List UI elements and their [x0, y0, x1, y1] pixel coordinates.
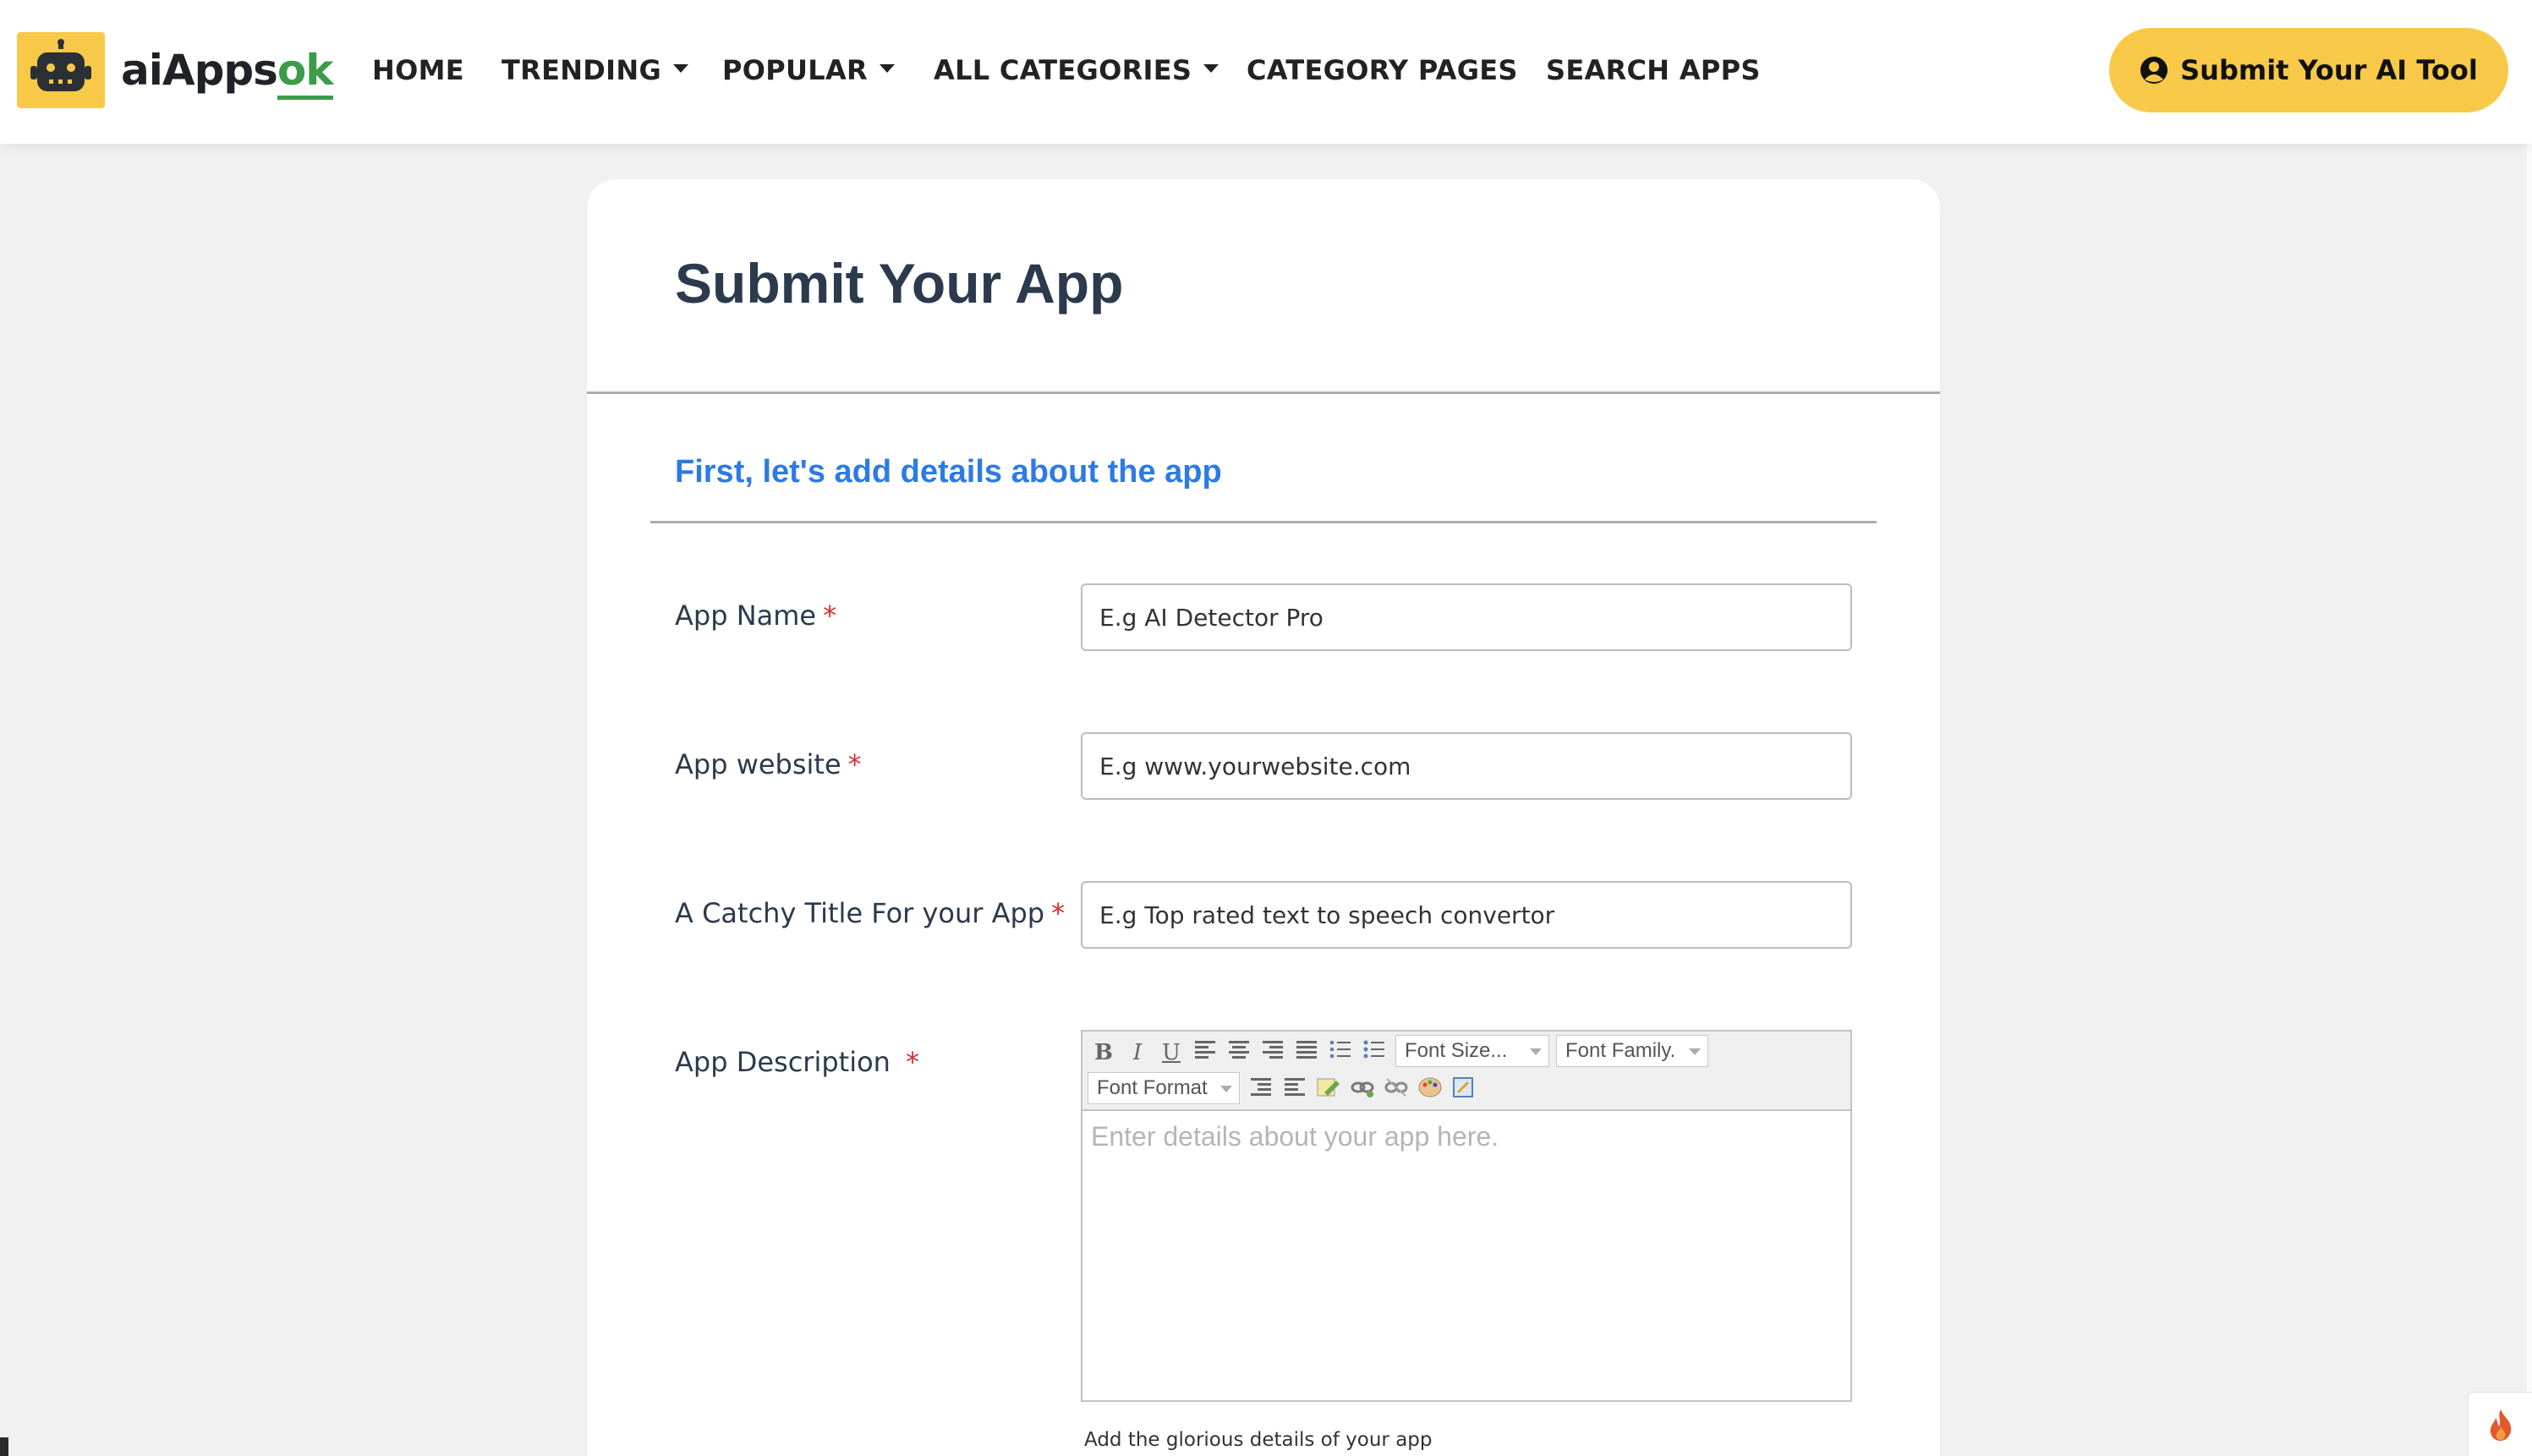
app-name-label-text: App Name: [675, 599, 817, 632]
nav-category-pages[interactable]: CATEGORY PAGES: [1247, 49, 1518, 91]
required-mark: *: [823, 599, 837, 632]
app-name-input[interactable]: [1081, 583, 1852, 651]
caret-down-icon: [673, 64, 689, 73]
description-helper-text: Add the glorious details of your app: [1084, 1429, 1433, 1451]
robot-logo-icon[interactable]: [17, 32, 105, 108]
submit-ai-tool-button[interactable]: Submit Your AI Tool: [2109, 28, 2508, 112]
outdent-icon[interactable]: [1280, 1076, 1309, 1104]
user-circle-icon: [2140, 57, 2168, 84]
fire-icon: [2490, 1409, 2511, 1441]
nav-all-categories[interactable]: ALL CATEGORIES: [934, 49, 1219, 91]
app-website-label-text: App website: [675, 748, 841, 780]
chevron-down-icon: [1530, 1048, 1542, 1055]
chevron-down-icon: [1220, 1086, 1232, 1092]
submit-app-card: Submit Your App First, let's add details…: [587, 179, 1940, 1456]
fire-widget-button[interactable]: [2468, 1392, 2532, 1456]
unlink-icon[interactable]: [1382, 1076, 1411, 1104]
section-divider: [650, 521, 1877, 523]
nav-popular-label: POPULAR: [722, 54, 868, 86]
nav-all-categories-label: ALL CATEGORIES: [934, 54, 1192, 86]
brand-name-main: aiApps: [121, 46, 278, 95]
editor-toolbar: B I U Font Size... Font Family. Font For…: [1082, 1032, 1850, 1111]
required-mark: *: [905, 1046, 919, 1078]
bold-glyph: B: [1094, 1040, 1113, 1065]
align-left-icon[interactable]: [1191, 1038, 1219, 1067]
nav-home[interactable]: HOME: [372, 49, 464, 91]
align-center-icon[interactable]: [1225, 1038, 1253, 1067]
color-palette-icon[interactable]: [1416, 1076, 1444, 1104]
required-mark: *: [1051, 897, 1066, 929]
catchy-title-label: A Catchy Title For your App *: [675, 897, 1065, 929]
nav-popular[interactable]: POPULAR: [722, 49, 895, 91]
required-mark: *: [847, 748, 862, 780]
ordered-list-icon[interactable]: [1326, 1038, 1355, 1067]
font-format-select-value: Font Format: [1097, 1076, 1208, 1099]
italic-icon[interactable]: I: [1123, 1038, 1152, 1067]
submit-ai-tool-label: Submit Your AI Tool: [2180, 54, 2478, 86]
nav-search-apps[interactable]: SEARCH APPS: [1546, 49, 1761, 91]
nav-trending[interactable]: TRENDING: [501, 49, 689, 91]
link-icon[interactable]: [1348, 1076, 1377, 1104]
window-corner: [0, 1437, 8, 1456]
catchy-title-label-text: A Catchy Title For your App: [675, 897, 1045, 929]
description-placeholder: Enter details about your app here.: [1091, 1121, 1499, 1152]
title-divider: [587, 391, 1940, 394]
app-website-label: App website *: [675, 748, 862, 780]
font-format-select[interactable]: Font Format: [1088, 1072, 1240, 1104]
description-editor-area[interactable]: Enter details about your app here.: [1082, 1111, 1850, 1400]
window-edge: [2527, 0, 2532, 1456]
font-family-select[interactable]: Font Family.: [1556, 1035, 1708, 1067]
caret-down-icon: [1203, 64, 1219, 73]
caret-down-icon: [880, 64, 895, 73]
underline-icon[interactable]: U: [1157, 1038, 1186, 1067]
rich-text-editor: B I U Font Size... Font Family. Font For…: [1081, 1030, 1852, 1402]
align-right-icon[interactable]: [1258, 1038, 1287, 1067]
nav-home-label: HOME: [372, 54, 464, 86]
app-website-input[interactable]: [1081, 732, 1852, 800]
font-size-select-value: Font Size...: [1405, 1039, 1508, 1062]
section-title: First, let's add details about the app: [675, 454, 1222, 490]
indent-icon[interactable]: [1247, 1076, 1275, 1104]
italic-glyph: I: [1132, 1040, 1143, 1065]
underline-glyph: U: [1162, 1040, 1181, 1065]
app-description-label-text: App Description: [675, 1046, 891, 1078]
unordered-list-icon[interactable]: [1360, 1038, 1389, 1067]
top-navbar: aiAppsok HOME TRENDING POPULAR ALL CATEG…: [0, 0, 2532, 144]
nav-search-apps-label: SEARCH APPS: [1546, 54, 1761, 86]
catchy-title-input[interactable]: [1081, 881, 1852, 949]
brand-name[interactable]: aiAppsok: [121, 42, 334, 100]
brand-name-accent: ok: [277, 46, 334, 100]
chevron-down-icon: [1689, 1048, 1701, 1055]
font-family-select-value: Font Family.: [1565, 1039, 1676, 1062]
edit-pencil-icon[interactable]: [1314, 1076, 1343, 1104]
nav-category-pages-label: CATEGORY PAGES: [1247, 54, 1518, 86]
html-source-icon[interactable]: [1450, 1076, 1478, 1104]
app-name-label: App Name *: [675, 599, 836, 632]
align-justify-icon[interactable]: [1292, 1038, 1321, 1067]
nav-trending-label: TRENDING: [501, 54, 662, 86]
page-title: Submit Your App: [675, 252, 1124, 315]
app-description-label: App Description *: [675, 1046, 919, 1078]
font-size-select[interactable]: Font Size...: [1395, 1035, 1549, 1067]
bold-icon[interactable]: B: [1089, 1038, 1118, 1067]
